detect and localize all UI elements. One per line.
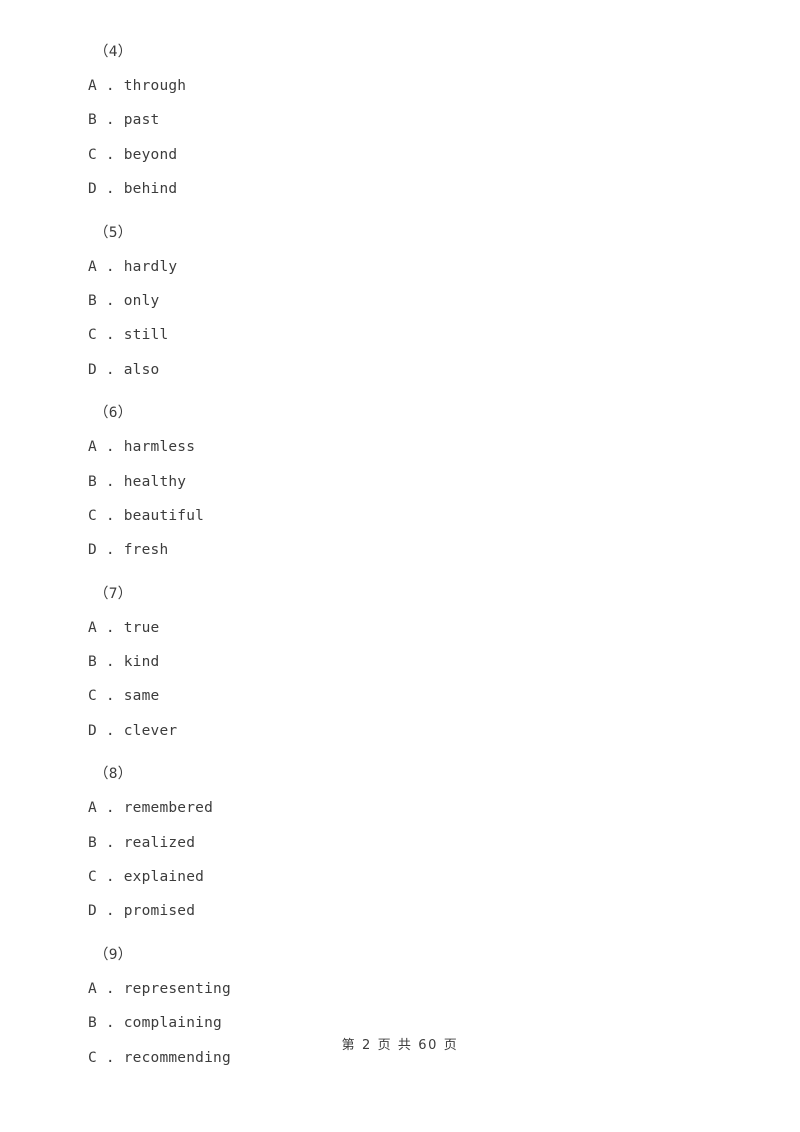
option-c[interactable]: C . recommending (88, 1050, 708, 1085)
question-block: （5） A . hardly B . only C . still D . al… (88, 224, 708, 398)
option-list: A . hardly B . only C . still D . also (88, 259, 708, 398)
option-list: A . remembered B . realized C . explaine… (88, 801, 708, 939)
question-number: （7） (94, 585, 133, 602)
option-c[interactable]: C . same (88, 689, 708, 723)
option-a[interactable]: A . remembered (88, 801, 708, 835)
option-b[interactable]: B . realized (88, 835, 708, 870)
question-block: （6） A . harmless B . healthy C . beautif… (88, 406, 708, 578)
option-c[interactable]: C . beautiful (88, 509, 708, 543)
option-c[interactable]: C . beyond (88, 147, 708, 182)
option-d[interactable]: D . behind (88, 182, 708, 216)
option-d[interactable]: D . clever (88, 724, 708, 758)
option-d[interactable]: D . also (88, 362, 708, 397)
option-a[interactable]: A . through (88, 79, 708, 113)
option-c[interactable]: C . explained (88, 870, 708, 904)
option-d[interactable]: D . promised (88, 904, 708, 938)
option-b[interactable]: B . past (88, 113, 708, 147)
option-c[interactable]: C . still (88, 328, 708, 362)
option-d[interactable]: D . fresh (88, 543, 708, 577)
page-footer: 第 2 页 共 60 页 (341, 1038, 459, 1053)
option-a[interactable]: A . representing (88, 981, 708, 1016)
option-a[interactable]: A . hardly (88, 259, 708, 294)
question-number: （9） (94, 946, 133, 963)
option-b[interactable]: B . kind (88, 655, 708, 689)
option-list: A . true B . kind C . same D . clever (88, 620, 708, 759)
option-a[interactable]: A . harmless (88, 440, 708, 474)
question-block: （4） A . through B . past C . beyond D . … (88, 45, 708, 217)
question-block: （9） A . representing B . complaining C .… (88, 948, 708, 1085)
option-list: A . harmless B . healthy C . beautiful D… (88, 440, 708, 578)
option-b[interactable]: B . healthy (88, 474, 708, 509)
question-number: （4） (94, 44, 133, 60)
question-list: （4） A . through B . past C . beyond D . … (88, 45, 708, 1085)
question-number: （6） (94, 405, 133, 422)
question-number: （8） (94, 766, 133, 783)
option-list: A . through B . past C . beyond D . behi… (88, 79, 708, 217)
question-block: （8） A . remembered B . realized C . expl… (88, 767, 708, 939)
option-a[interactable]: A . true (88, 620, 708, 655)
option-b[interactable]: B . only (88, 294, 708, 328)
document-page: （4） A . through B . past C . beyond D . … (0, 0, 800, 1132)
question-block: （7） A . true B . kind C . same D . cleve… (88, 585, 708, 759)
question-number: （5） (94, 224, 133, 241)
